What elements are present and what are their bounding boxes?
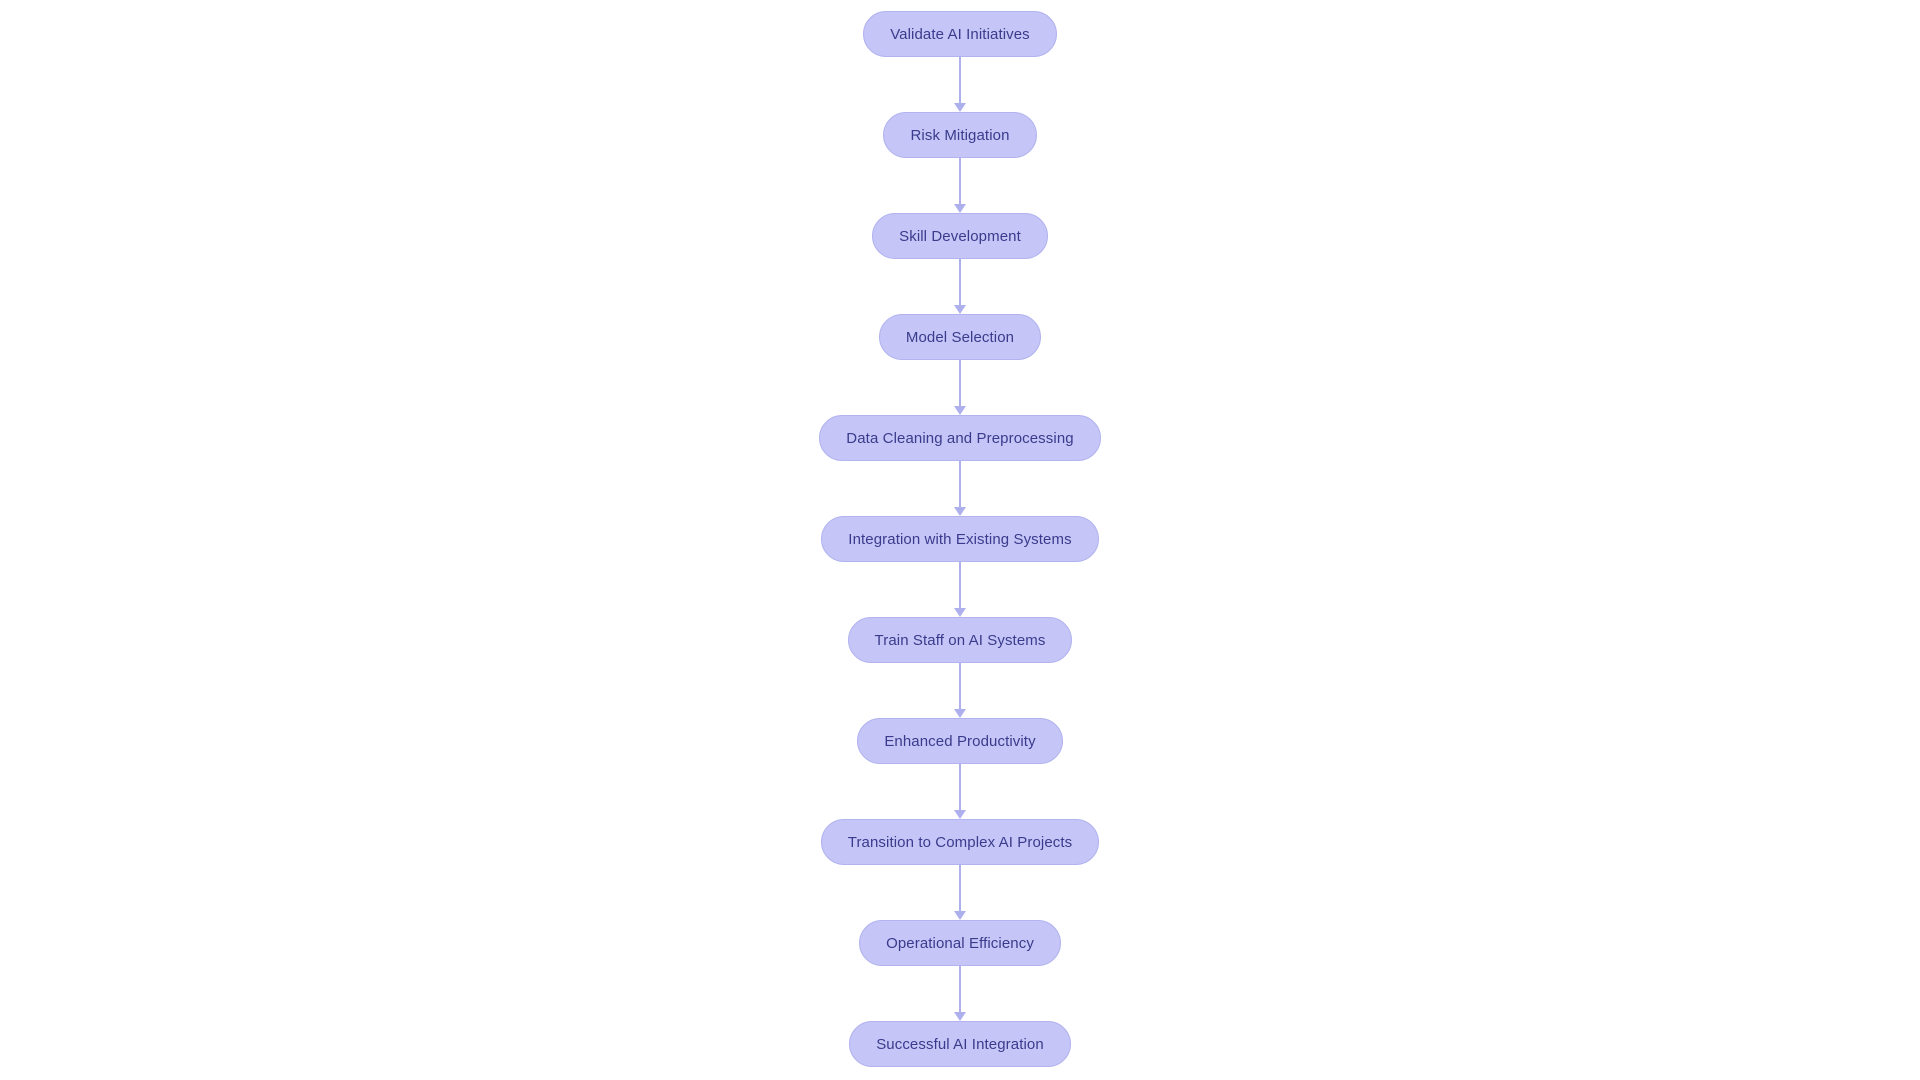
flow-connector-8 xyxy=(950,764,970,819)
flow-node-successful-ai-integration[interactable]: Successful AI Integration xyxy=(849,1021,1071,1067)
flow-node-validate-ai-initiatives[interactable]: Validate AI Initiatives xyxy=(863,11,1057,57)
flow-node-skill-development[interactable]: Skill Development xyxy=(872,213,1048,259)
flow-node-data-cleaning-and-preprocessing[interactable]: Data Cleaning and Preprocessing xyxy=(819,415,1101,461)
flow-connector-2 xyxy=(950,158,970,213)
flow-node-integration-with-existing-systems[interactable]: Integration with Existing Systems xyxy=(821,516,1099,562)
flow-connector-6 xyxy=(950,562,970,617)
flow-node-transition-to-complex-ai-projects[interactable]: Transition to Complex AI Projects xyxy=(820,819,1100,865)
flow-node-label: Model Selection xyxy=(905,328,1015,346)
arrow-down-icon xyxy=(954,204,966,213)
arrow-down-icon xyxy=(954,406,966,415)
arrow-down-icon xyxy=(954,911,966,920)
flow-node-risk-mitigation[interactable]: Risk Mitigation xyxy=(883,112,1037,158)
connector-line xyxy=(959,259,961,306)
connector-line xyxy=(959,360,961,407)
flow-connector-5 xyxy=(950,461,970,516)
arrow-down-icon xyxy=(954,1012,966,1021)
flow-node-operational-efficiency[interactable]: Operational Efficiency xyxy=(859,920,1061,966)
connector-line xyxy=(959,57,961,104)
flow-node-label: Train Staff on AI Systems xyxy=(874,631,1046,649)
connector-line xyxy=(959,562,961,609)
arrow-down-icon xyxy=(954,103,966,112)
arrow-down-icon xyxy=(954,608,966,617)
arrow-down-icon xyxy=(954,305,966,314)
flow-node-enhanced-productivity[interactable]: Enhanced Productivity xyxy=(857,718,1063,764)
flow-connector-9 xyxy=(950,865,970,920)
arrow-down-icon xyxy=(954,709,966,718)
arrow-down-icon xyxy=(954,507,966,516)
connector-line xyxy=(959,764,961,811)
flow-node-train-staff-on-ai-systems[interactable]: Train Staff on AI Systems xyxy=(847,617,1073,663)
flowchart-canvas: Validate AI Initiatives Risk Mitigation … xyxy=(0,0,1920,1080)
flow-connector-7 xyxy=(950,663,970,718)
flow-connector-10 xyxy=(950,966,970,1021)
flow-node-model-selection[interactable]: Model Selection xyxy=(878,314,1042,360)
flow-connector-1 xyxy=(950,57,970,112)
flow-node-label: Transition to Complex AI Projects xyxy=(847,833,1073,851)
flow-connector-3 xyxy=(950,259,970,314)
flow-node-label: Data Cleaning and Preprocessing xyxy=(846,429,1074,447)
flow-node-label: Successful AI Integration xyxy=(876,1035,1044,1053)
connector-line xyxy=(959,966,961,1013)
connector-line xyxy=(959,865,961,912)
flow-node-label: Skill Development xyxy=(899,227,1021,245)
flowchart-node-chain: Validate AI Initiatives Risk Mitigation … xyxy=(0,0,1920,1080)
connector-line xyxy=(959,158,961,205)
flow-node-label: Validate AI Initiatives xyxy=(890,25,1030,43)
connector-line xyxy=(959,663,961,710)
flow-node-label: Risk Mitigation xyxy=(910,126,1010,144)
flow-node-label: Integration with Existing Systems xyxy=(848,530,1072,548)
flow-node-label: Enhanced Productivity xyxy=(884,732,1036,750)
flow-node-label: Operational Efficiency xyxy=(886,934,1034,952)
flow-connector-4 xyxy=(950,360,970,415)
connector-line xyxy=(959,461,961,508)
arrow-down-icon xyxy=(954,810,966,819)
